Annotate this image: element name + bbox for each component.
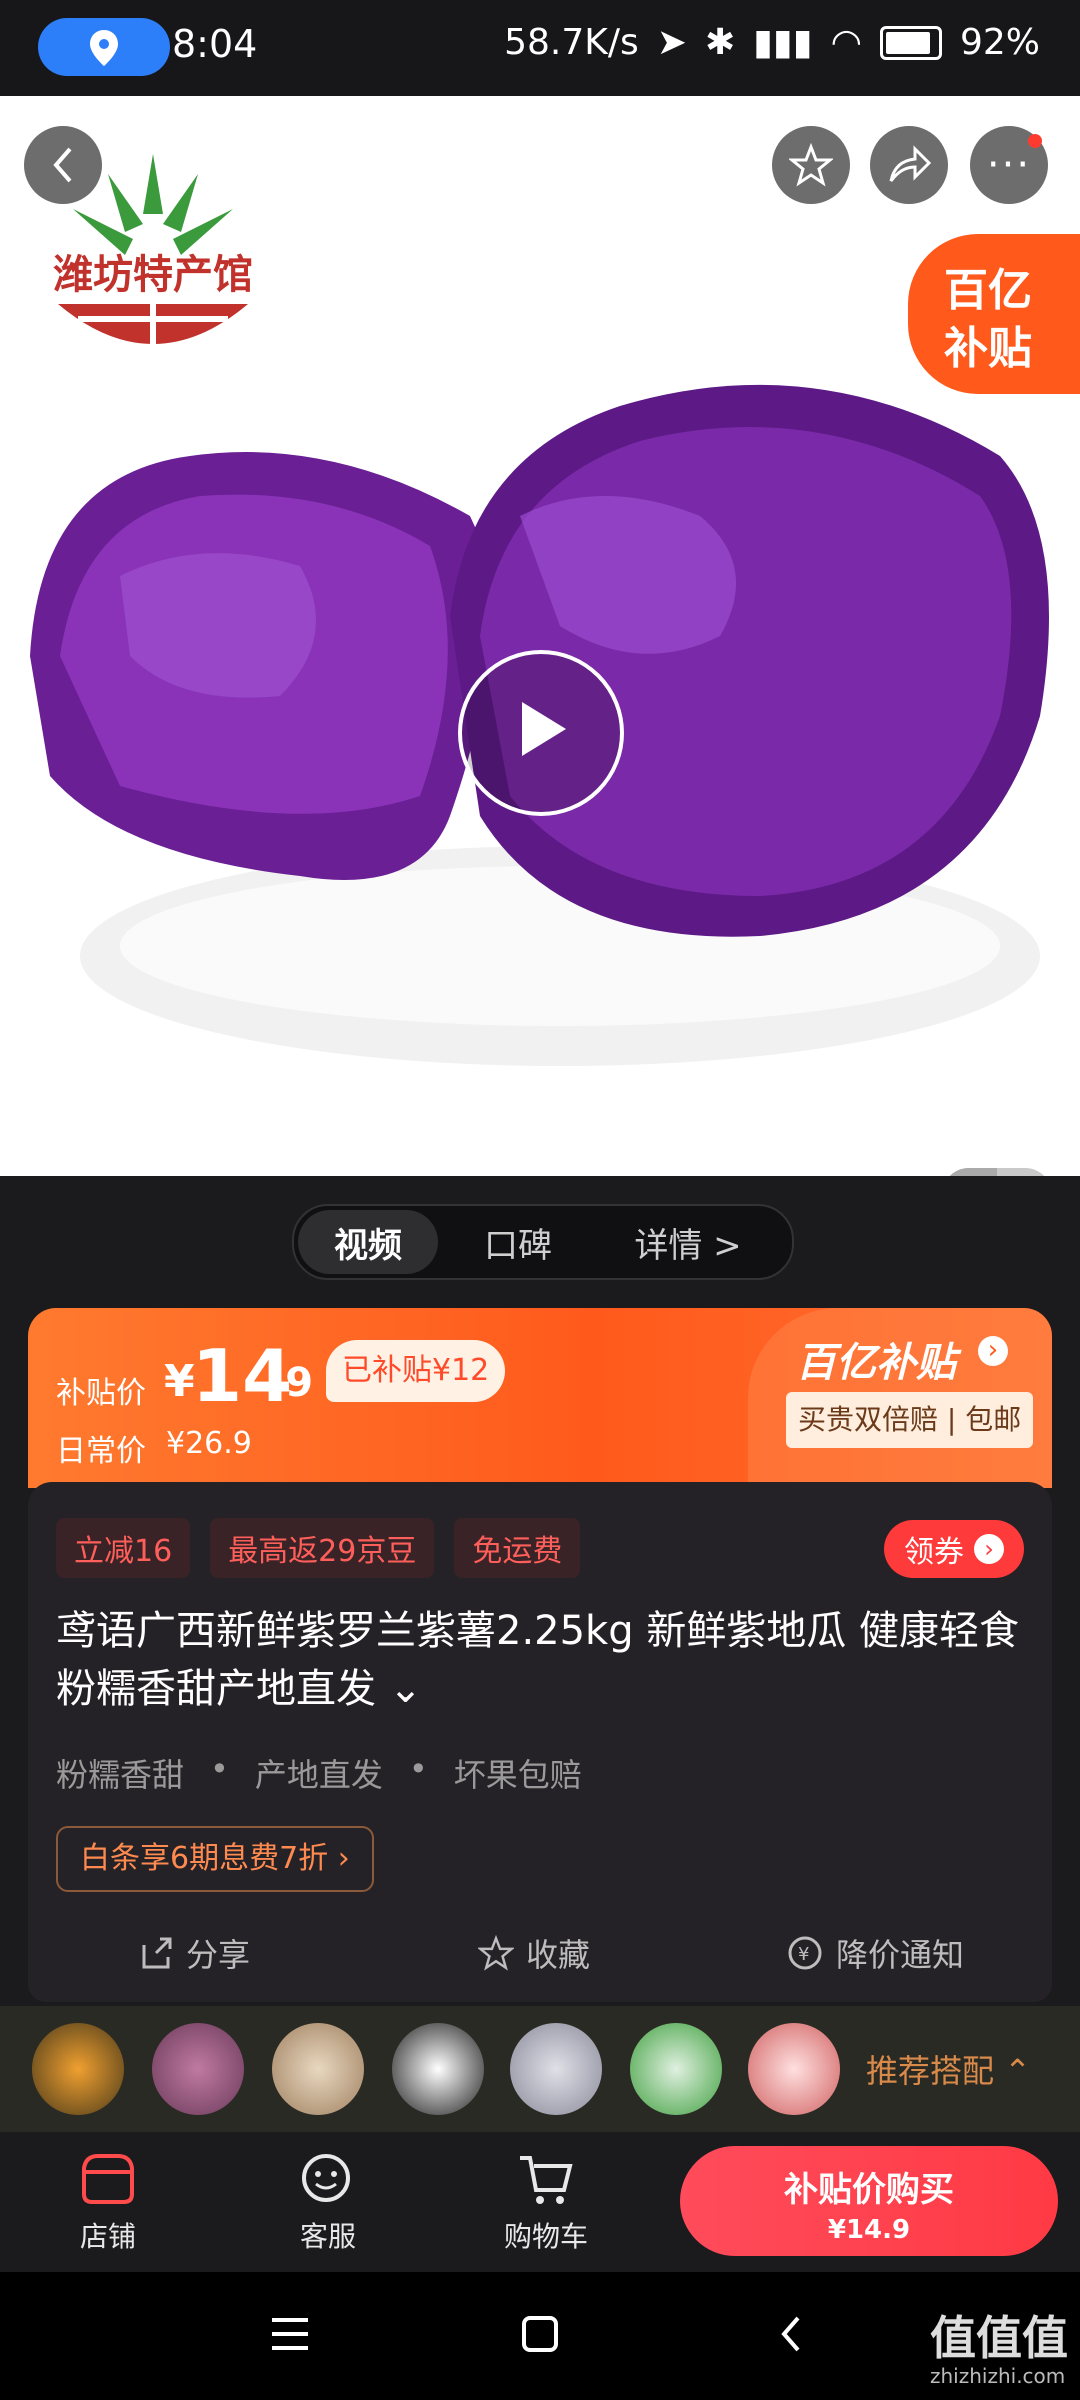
battery-level: 92% <box>959 22 1040 63</box>
price-decimal: .9 <box>270 1360 314 1406</box>
subsidy-program-panel[interactable]: 百亿补贴 › 买贵双倍赔 | 包邮 <box>748 1308 1052 1488</box>
subsidy-price-label: 补贴价 <box>56 1376 146 1411</box>
back-chevron-icon <box>781 2316 800 2352</box>
watermark-site: zhizhizhi.com <box>930 2364 1066 2388</box>
promo-tag: 免运费 <box>454 1518 581 1578</box>
recommend-strip: 推荐搭配 ⌃ <box>0 2006 1080 2132</box>
recommend-thumbnail[interactable] <box>392 2023 484 2115</box>
share-arrow-icon <box>889 145 931 182</box>
tab-video[interactable]: 视频 <box>298 1210 438 1274</box>
product-hero-image[interactable]: 潍坊特产馆 ··· 百亿 补贴 1 7 <box>0 96 1080 1176</box>
play-icon <box>522 702 566 756</box>
more-button[interactable]: ··· <box>970 126 1048 204</box>
media-tab-switcher: 视频 口碑 详情 > <box>292 1204 794 1280</box>
promo-tag: 立减16 <box>56 1518 191 1578</box>
menu-nav-button[interactable] <box>270 2316 310 2356</box>
price-currency: ¥ <box>164 1356 195 1407</box>
customer-service-button[interactable]: 客服 <box>268 2150 388 2255</box>
daily-price: ¥26.9 <box>166 1426 252 1461</box>
recommend-thumbnail[interactable] <box>630 2023 722 2115</box>
shopping-cart-icon <box>520 2156 573 2204</box>
more-dots-icon: ··· <box>986 142 1032 188</box>
chevron-right-icon: › <box>974 1534 1004 1564</box>
status-time: 8:04 <box>172 22 258 66</box>
promo-tag: 最高返29京豆 <box>210 1518 435 1578</box>
back-button[interactable] <box>24 126 102 204</box>
star-icon <box>789 143 833 187</box>
product-features: 粉糯香甜 • 产地直发 • 坏果包赔 <box>56 1750 582 1794</box>
recommend-thumbnail[interactable] <box>32 2023 124 2115</box>
program-name: 百亿补贴 <box>796 1340 956 1386</box>
bottom-action-bar: 店铺 客服 购物车 补贴价购买 ¥14.9 <box>0 2132 1080 2272</box>
share-icon <box>142 1937 172 1969</box>
network-speed: 58.7K/s <box>504 22 639 63</box>
recommend-combo-toggle[interactable]: 推荐搭配 ⌃ <box>866 2046 1031 2092</box>
image-counter: 1 7 <box>942 1168 1052 1176</box>
feature-item: 产地直发 <box>254 1756 383 1794</box>
share-top-button[interactable] <box>870 126 948 204</box>
status-bar: 8:04 58.7K/s ➤ ✱ ▮▮▮ ◠ 92% <box>0 0 1080 96</box>
cart-button[interactable]: 购物车 <box>486 2150 606 2255</box>
store-button[interactable]: 店铺 <box>48 2150 168 2255</box>
price-alert-action[interactable]: ¥ 降价通知 <box>786 1930 964 1976</box>
promo-tags: 立减16 最高返29京豆 免运费 <box>56 1518 581 1578</box>
recommend-thumbnail[interactable] <box>748 2023 840 2115</box>
system-navigation-bar: 值值值 zhizhizhi.com <box>0 2272 1080 2400</box>
navigation-icon: ➤ <box>656 22 687 63</box>
product-title[interactable]: 鸢语广西新鲜紫罗兰紫薯2.25kg 新鲜紫地瓜 健康轻食粉糯香甜产地直发 ⌄ <box>56 1602 1026 1718</box>
price-drop-icon: ¥ <box>788 1936 822 1970</box>
subsidy-badge: 百亿 补贴 <box>908 234 1080 394</box>
notification-dot <box>1028 134 1042 148</box>
play-video-button[interactable] <box>458 650 624 816</box>
buy-label: 补贴价购买 <box>784 2170 954 2210</box>
feature-item: 坏果包赔 <box>453 1756 582 1794</box>
star-outline-icon <box>478 1935 514 1971</box>
back-nav-button[interactable] <box>776 2314 806 2358</box>
svg-text:¥: ¥ <box>798 1944 809 1965</box>
store-logo-text: 潍坊特产馆 <box>53 252 253 298</box>
tab-reviews[interactable]: 口碑 <box>438 1210 598 1274</box>
buy-price: ¥14.9 <box>827 2215 911 2245</box>
coupon-label: 领券 <box>904 1535 964 1570</box>
chevron-right-icon: › <box>978 1336 1008 1366</box>
home-nav-button[interactable] <box>520 2314 560 2358</box>
bluetooth-icon: ✱ <box>704 22 736 63</box>
store-icon <box>82 2154 134 2204</box>
hamburger-icon <box>272 2318 308 2350</box>
watermark-logo: 值值值 <box>930 2311 1068 2365</box>
tab-details[interactable]: 详情 > <box>598 1210 778 1274</box>
battery-icon <box>879 25 942 60</box>
coupon-button[interactable]: 领券 › <box>884 1520 1024 1578</box>
buy-now-button[interactable]: 补贴价购买 ¥14.9 <box>680 2146 1058 2256</box>
chevron-left-icon <box>53 147 72 183</box>
feature-item: 粉糯香甜 <box>56 1756 185 1794</box>
share-action[interactable]: 分享 <box>138 1930 250 1976</box>
product-info-card: 立减16 最高返29京豆 免运费 领券 › 鸢语广西新鲜紫罗兰紫薯2.25kg … <box>28 1482 1052 2002</box>
subsidized-amount-tag: 已补贴¥12 <box>326 1340 506 1402</box>
recommend-thumbnail[interactable] <box>510 2023 602 2115</box>
recommend-thumbnail[interactable] <box>272 2023 364 2115</box>
location-indicator <box>38 18 170 76</box>
favorite-button[interactable] <box>772 126 850 204</box>
wifi-icon: ◠ <box>830 22 862 63</box>
installment-offer[interactable]: 白条享6期息费7折 › <box>56 1826 374 1892</box>
signal-icon: ▮▮▮ <box>753 22 813 63</box>
daily-price-label: 日常价 <box>56 1434 146 1469</box>
price-banner: 补贴价 ¥ 14 .9 已补贴¥12 日常价 ¥26.9 百亿补贴 › 买贵双倍… <box>28 1308 1052 1488</box>
recommend-thumbnail[interactable] <box>152 2023 244 2115</box>
location-pin-icon <box>90 30 118 66</box>
home-square-icon <box>522 2316 558 2352</box>
status-indicators: 58.7K/s ➤ ✱ ▮▮▮ ◠ 92% <box>504 22 1040 63</box>
favorite-action[interactable]: 收藏 <box>478 1930 590 1976</box>
customer-service-icon <box>302 2154 350 2202</box>
guarantee-tag: 买贵双倍赔 | 包邮 <box>786 1392 1034 1448</box>
